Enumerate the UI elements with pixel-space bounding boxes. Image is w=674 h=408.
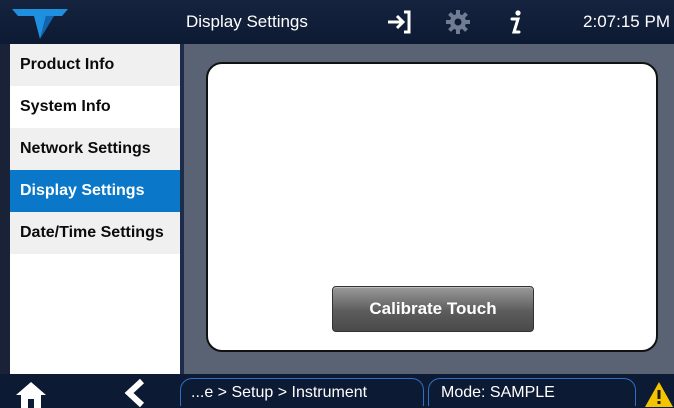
- footer-bar: ...e > Setup > Instrument Mode: SAMPLE: [0, 374, 674, 408]
- clock: 2:07:15 PM: [583, 12, 670, 31]
- gear-icon[interactable]: [444, 8, 472, 36]
- sidebar-item-system-info[interactable]: System Info: [10, 86, 180, 128]
- teledyne-logo: [12, 9, 68, 39]
- sidebar-item-date-time-settings[interactable]: Date/Time Settings: [10, 212, 180, 254]
- sidebar-item-display-settings[interactable]: Display Settings: [10, 170, 180, 212]
- calibrate-touch-button[interactable]: Calibrate Touch: [332, 286, 534, 332]
- login-arrow-icon[interactable]: [384, 8, 412, 36]
- back-arrow-icon[interactable]: [122, 378, 148, 408]
- main-panel: Calibrate Touch: [184, 44, 674, 374]
- display-settings-card: Calibrate Touch: [206, 62, 658, 352]
- page-title: Display Settings: [186, 12, 308, 31]
- home-icon[interactable]: [14, 380, 48, 408]
- settings-sidebar: Product Info System Info Network Setting…: [10, 44, 180, 374]
- info-icon[interactable]: [502, 8, 530, 36]
- instrument-screen: Display Settings 2:07:15 PM Product Info…: [0, 0, 674, 408]
- sidebar-item-network-settings[interactable]: Network Settings: [10, 128, 180, 170]
- breadcrumb[interactable]: ...e > Setup > Instrument: [180, 378, 424, 406]
- mode-indicator: Mode: SAMPLE: [428, 378, 636, 406]
- warning-icon[interactable]: [644, 380, 674, 408]
- sidebar-item-product-info[interactable]: Product Info: [10, 44, 180, 86]
- header-bar: Display Settings 2:07:15 PM: [0, 0, 674, 44]
